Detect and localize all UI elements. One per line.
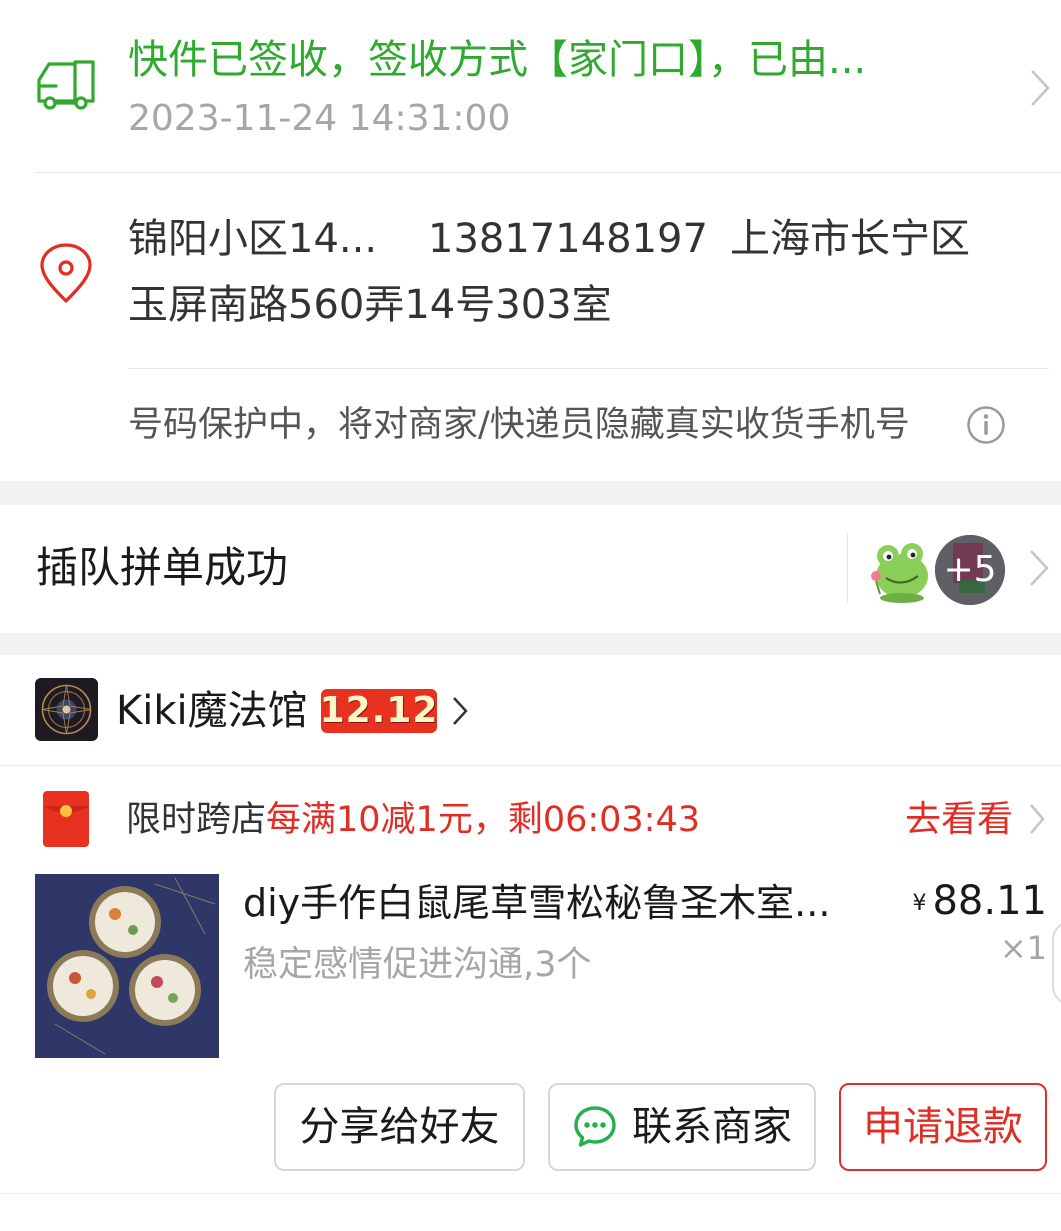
price-value: 88.11 <box>932 878 1047 924</box>
divider <box>0 1193 1061 1194</box>
address-detail[interactable]: 玉屏南路560弄14号303室 <box>128 277 612 333</box>
share-button[interactable]: 分享给好友 <box>274 1083 525 1171</box>
chevron-right-icon[interactable] <box>452 696 468 726</box>
order-detail-page: 快件已签收，签收方式【家门口】，已由... 2023-11-24 14:31:0… <box>0 0 1061 1231</box>
address-line-1[interactable]: 锦阳小区14... 13817148197 上海市长宁区 <box>128 211 970 267</box>
double-12-badge: 12.12 <box>319 689 439 733</box>
chevron-right-icon <box>1031 70 1050 106</box>
magic-circle-icon <box>41 684 92 735</box>
section-gap <box>0 633 1061 655</box>
divider <box>36 172 1061 173</box>
product-price: ¥88.11 <box>912 874 1047 931</box>
divider <box>0 765 1061 766</box>
divider <box>128 368 1049 369</box>
red-envelope-icon <box>43 791 89 847</box>
chat-bubble-icon <box>574 1106 616 1147</box>
candle-tins-image <box>35 874 219 1058</box>
chevron-right-icon[interactable] <box>1028 802 1046 836</box>
contact-seller-button[interactable]: 联系商家 <box>548 1083 816 1171</box>
logistics-status: 快件已签收，签收方式【家门口】，已由... <box>128 37 867 83</box>
receiver-name: 锦阳小区14... <box>128 216 378 262</box>
truck-icon <box>37 60 95 110</box>
contact-seller-label: 联系商家 <box>632 1104 792 1150</box>
location-pin-icon <box>40 243 92 303</box>
promo-text: 限时跨店每满10减1元，剩06:03:43 <box>126 795 700 845</box>
promo-view-link[interactable]: 去看看 <box>905 795 1013 845</box>
promo-label: 限时跨店 <box>126 800 267 840</box>
product-spec: 稳定感情促进沟通,3个 <box>243 945 592 985</box>
product-quantity: ×1 <box>999 929 1047 967</box>
frog-avatar[interactable] <box>866 538 936 604</box>
info-icon[interactable] <box>966 405 1006 445</box>
logistics-time: 2023-11-24 14:31:00 <box>128 98 511 139</box>
chevron-right-icon[interactable] <box>1028 548 1050 588</box>
receiver-phone: 13817148197 <box>428 216 708 262</box>
product-title[interactable]: diy手作白鼠尾草雪松秘鲁圣木室... <box>243 876 868 930</box>
more-participants-count: +5 <box>943 549 997 590</box>
address-region: 上海市长宁区 <box>729 216 970 262</box>
promo-offer: 每满10减1元，剩06:03:43 <box>266 800 701 840</box>
floating-button-edge[interactable] <box>1052 920 1061 1006</box>
shop-name[interactable]: Kiki魔法馆 <box>116 684 308 738</box>
participant-avatar[interactable]: +5 <box>935 535 1005 605</box>
group-status-title: 插队拼单成功 <box>36 543 289 592</box>
divider <box>847 533 848 603</box>
shop-logo[interactable] <box>35 678 98 741</box>
currency-symbol: ¥ <box>912 891 927 916</box>
section-gap <box>0 481 1061 505</box>
product-image[interactable] <box>35 874 219 1058</box>
logistics-row[interactable]: 快件已签收，签收方式【家门口】，已由... 2023-11-24 14:31:0… <box>0 0 1061 172</box>
refund-button[interactable]: 申请退款 <box>839 1083 1047 1171</box>
privacy-note: 号码保护中，将对商家/快递员隐藏真实收货手机号 <box>128 405 910 445</box>
